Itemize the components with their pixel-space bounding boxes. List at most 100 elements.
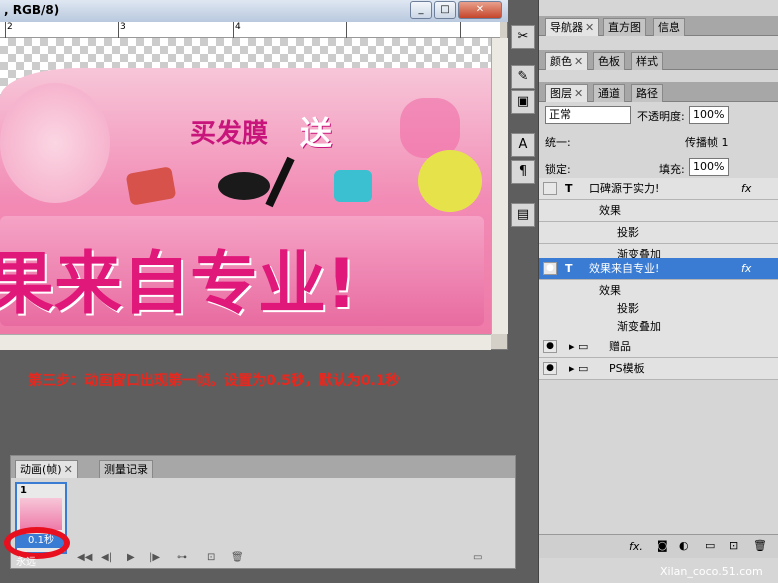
tab-label: 色板: [598, 55, 620, 68]
instruction-text: 第三步：动画窗口出现第一帧。设置为0.5秒，默认为0.1秒: [28, 373, 400, 389]
first-frame-icon[interactable]: ◀◀: [77, 552, 92, 563]
tab-label: 颜色: [550, 55, 572, 68]
panels-dock: 导航器 ✕ 直方图 信息 颜色 ✕ 色板 样式 图层 ✕ 通道 路径 正常 不透明度:…: [538, 0, 778, 583]
lock-label: 锁定:: [545, 163, 571, 176]
folder-icon: ▸ ▭: [569, 340, 589, 353]
canvas[interactable]: 买发膜 送 果来自专业!: [0, 38, 491, 334]
layer-effect-row[interactable]: 渐变叠加: [539, 316, 778, 338]
banner-big-text: 果来自专业!: [0, 245, 358, 324]
tab-swatches[interactable]: 色板: [593, 52, 625, 70]
fx-icon[interactable]: fx.: [629, 540, 643, 553]
layer-name: 渐变叠加: [617, 320, 661, 333]
layers-footer: fx. ◙ ◐ ▭ ⊡ 🗑: [539, 534, 778, 558]
layer-name: 口碑源于实力!: [589, 182, 660, 195]
duplicate-frame-icon[interactable]: ⊡: [207, 552, 215, 563]
stamp-icon[interactable]: ▣: [511, 90, 535, 114]
heart-image: [0, 83, 110, 203]
tab-label: 导航器: [550, 21, 583, 34]
layer-effect-row[interactable]: 效果: [539, 200, 778, 222]
product-image: [334, 170, 372, 202]
tab-info[interactable]: 信息: [653, 18, 685, 36]
new-layer-icon[interactable]: ⊡: [729, 539, 738, 552]
eye-icon[interactable]: ●: [543, 340, 557, 353]
layer-effect-row[interactable]: 投影: [539, 222, 778, 244]
tween-icon[interactable]: ⊶: [177, 552, 187, 563]
next-frame-icon[interactable]: |▶: [149, 552, 160, 563]
visibility-toggle[interactable]: [543, 182, 557, 195]
tab-label: 信息: [658, 21, 680, 34]
notes-icon[interactable]: ▤: [511, 203, 535, 227]
prev-frame-icon[interactable]: ◀|: [101, 552, 112, 563]
scissors-icon[interactable]: ✂: [511, 25, 535, 49]
layer-name: 投影: [617, 226, 639, 239]
close-button[interactable]: ✕: [458, 1, 502, 19]
tab-label: 动画(帧): [20, 463, 62, 476]
paragraph-icon[interactable]: ¶: [511, 160, 535, 184]
animation-panel: 动画(帧) ✕ 测量记录 1 0.1秒 ◀◀ ◀| ▶ |▶ ⊶ ⊡ 🗑 ▭: [10, 455, 516, 569]
ruler-number: 2: [7, 22, 13, 32]
tab-label: 测量记录: [104, 463, 148, 476]
panel-tabs-layers: 图层 ✕ 通道 路径: [539, 82, 778, 102]
tab-label: 样式: [636, 55, 658, 68]
opacity-input[interactable]: 100%: [689, 106, 729, 124]
vertical-scrollbar[interactable]: [491, 38, 508, 334]
tab-animation[interactable]: 动画(帧) ✕: [15, 460, 78, 478]
tab-histogram[interactable]: 直方图: [603, 18, 646, 36]
tab-label: 通道: [598, 87, 620, 100]
document-title-bar[interactable]: , RGB/8) _ □ ✕: [0, 0, 508, 22]
product-image: [218, 172, 270, 200]
layer-row[interactable]: T 口碑源于实力! fx: [539, 178, 778, 200]
unify-label: 统一:: [545, 136, 571, 149]
layer-name: 效果: [599, 204, 621, 217]
timeline-toggle-icon[interactable]: ▭: [473, 552, 482, 563]
tab-measurement-log[interactable]: 测量记录: [99, 460, 153, 478]
watermark: Xilan_coco.51.com: [660, 565, 763, 578]
layer-group-row[interactable]: ● ▸ ▭ PS模板: [539, 358, 778, 380]
banner-text-send: 送: [300, 114, 333, 152]
tab-navigator[interactable]: 导航器 ✕: [545, 18, 600, 36]
panel-tabs-row1: 导航器 ✕ 直方图 信息: [539, 16, 778, 36]
red-highlight-circle: [4, 527, 70, 559]
propagate-label[interactable]: 传播帧 1: [685, 134, 729, 150]
ruler-number: 4: [235, 22, 241, 32]
maximize-button[interactable]: □: [434, 1, 456, 19]
fx-icon: fx: [741, 262, 752, 275]
trash-icon[interactable]: 🗑: [753, 539, 767, 552]
pen-icon[interactable]: ✎: [511, 65, 535, 89]
layer-name: PS模板: [609, 362, 645, 375]
adjustment-icon[interactable]: ◐: [679, 539, 689, 552]
fx-icon: fx: [741, 182, 752, 195]
horizontal-scrollbar[interactable]: [0, 334, 491, 350]
play-icon[interactable]: ▶: [127, 552, 135, 563]
tab-color[interactable]: 颜色 ✕: [545, 52, 589, 70]
tab-label: 直方图: [608, 21, 641, 34]
delete-frame-icon[interactable]: 🗑: [231, 552, 244, 563]
tab-label: 图层: [550, 87, 572, 100]
layer-row-selected[interactable]: ● T 效果来自专业! fx: [539, 258, 778, 280]
tab-channels[interactable]: 通道: [593, 84, 625, 102]
ruler-number: 3: [120, 22, 126, 32]
layer-group-row[interactable]: ● ▸ ▭ 赠品: [539, 336, 778, 358]
mask-icon[interactable]: ◙: [657, 539, 668, 552]
document-title: , RGB/8): [4, 3, 60, 17]
fill-input[interactable]: 100%: [689, 158, 729, 176]
frame-number: 1: [20, 485, 27, 496]
panel-tabs-row2: 颜色 ✕ 色板 样式: [539, 50, 778, 70]
type-icon[interactable]: A: [511, 133, 535, 157]
animation-tabs: 动画(帧) ✕ 测量记录: [11, 456, 515, 478]
eye-icon[interactable]: ●: [543, 362, 557, 375]
blend-mode-select[interactable]: 正常: [545, 106, 631, 124]
frame-thumbnail: [20, 498, 62, 530]
tab-label: 路径: [636, 87, 658, 100]
layer-name: 效果来自专业!: [589, 262, 660, 275]
tab-paths[interactable]: 路径: [631, 84, 663, 102]
opacity-label: 不透明度:: [637, 110, 685, 123]
tab-layers[interactable]: 图层 ✕: [545, 84, 589, 102]
tab-styles[interactable]: 样式: [631, 52, 663, 70]
folder-icon[interactable]: ▭: [705, 539, 715, 552]
document-window: , RGB/8) _ □ ✕ 2 3 4 买发膜 送 果来自专业!: [0, 0, 508, 350]
eye-icon[interactable]: ●: [543, 262, 557, 275]
minimize-button[interactable]: _: [410, 1, 432, 19]
loop-option[interactable]: 永远: [16, 553, 36, 568]
banner-text-buy: 买发膜: [190, 119, 269, 149]
